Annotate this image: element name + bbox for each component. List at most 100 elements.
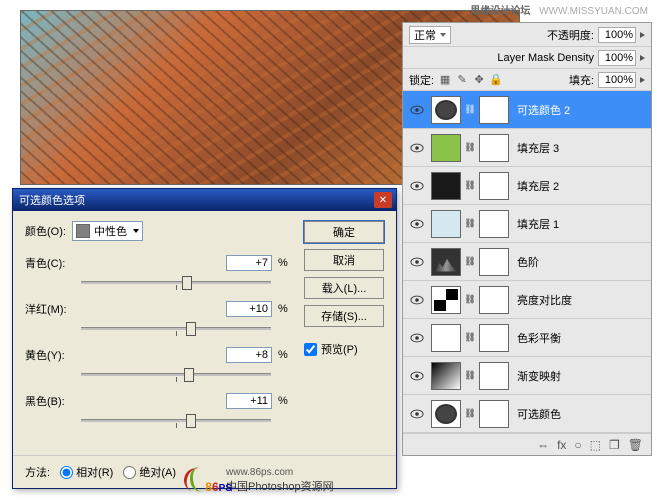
lock-label: 锁定: (409, 72, 434, 88)
adjustment-thumb (431, 248, 461, 276)
visibility-icon[interactable] (407, 252, 427, 272)
fill-input[interactable]: 100% (598, 72, 636, 88)
link-icon: ⛓ (465, 104, 475, 115)
layer-name: 渐变映射 (513, 368, 561, 384)
absolute-radio[interactable]: 绝对(A) (123, 464, 176, 480)
layer-name: 亮度对比度 (513, 292, 572, 308)
layer-item[interactable]: ⛓ 色彩平衡 (403, 319, 651, 357)
cancel-button[interactable]: 取消 (304, 249, 384, 271)
black-slider[interactable] (81, 413, 271, 431)
trash-icon[interactable]: 🗑 (628, 438, 643, 452)
layer-name: 可选颜色 2 (513, 102, 570, 118)
selective-color-dialog: 可选颜色选项 ✕ 颜色(O): 中性色 青色(C): % 洋红(M): (12, 188, 397, 489)
magenta-input[interactable] (226, 301, 272, 317)
dialog-titlebar[interactable]: 可选颜色选项 ✕ (13, 189, 396, 211)
visibility-icon[interactable] (407, 328, 427, 348)
relative-radio[interactable]: 相对(R) (60, 464, 113, 480)
layer-item[interactable]: ⛓ 可选颜色 2 (403, 91, 651, 129)
mask-thumb (479, 286, 509, 314)
neutral-swatch-icon (76, 224, 90, 238)
yellow-input[interactable] (226, 347, 272, 363)
mask-thumb (479, 324, 509, 352)
cyan-input[interactable] (226, 255, 272, 271)
fill-label: 填充: (569, 72, 594, 88)
black-label: 黑色(B): (25, 393, 81, 409)
layer-name: 填充层 3 (513, 140, 559, 156)
percent-label: % (278, 395, 294, 407)
layer-item[interactable]: ⛓ 渐变映射 (403, 357, 651, 395)
percent-label: % (278, 349, 294, 361)
layer-name: 填充层 2 (513, 178, 559, 194)
adjustment-icon[interactable]: ⬚ (590, 438, 601, 452)
adjustment-thumb (431, 286, 461, 314)
visibility-icon[interactable] (407, 138, 427, 158)
layer-name: 色彩平衡 (513, 330, 561, 346)
chevron-down-icon (440, 33, 446, 37)
opacity-label: 不透明度: (547, 27, 594, 43)
cyan-label: 青色(C): (25, 255, 81, 271)
brand-logo-icon: 86PS (180, 464, 220, 496)
visibility-icon[interactable] (407, 404, 427, 424)
black-input[interactable] (226, 393, 272, 409)
mask-thumb (479, 400, 509, 428)
layer-item[interactable]: ⛓ 填充层 2 (403, 167, 651, 205)
layer-item[interactable]: ⛓ 可选颜色 (403, 395, 651, 433)
opacity-input[interactable]: 100% (598, 27, 636, 43)
yellow-slider[interactable] (81, 367, 271, 385)
mask-density-label: Layer Mask Density (497, 52, 594, 64)
percent-label: % (278, 303, 294, 315)
adjustment-thumb (431, 134, 461, 162)
link-layers-icon[interactable]: ⇔ (537, 438, 549, 452)
close-icon[interactable]: ✕ (374, 192, 392, 208)
mask-thumb (479, 172, 509, 200)
mask-density-input[interactable]: 100% (598, 50, 636, 66)
color-value: 中性色 (94, 223, 127, 239)
percent-label: % (278, 257, 294, 269)
layers-panel: 正常 不透明度: 100% Layer Mask Density 100% 锁定… (402, 22, 652, 456)
layer-name: 可选颜色 (513, 406, 561, 422)
preview-checkbox[interactable] (304, 343, 317, 356)
ok-button[interactable]: 确定 (304, 221, 384, 243)
visibility-icon[interactable] (407, 290, 427, 310)
adjustment-thumb (431, 400, 461, 428)
lock-transparency-icon[interactable]: ▦ (438, 73, 452, 87)
preview-label: 预览(P) (321, 341, 358, 357)
layers-footer: ⇔ fx ○ ⬚ ❐ 🗑 (403, 433, 651, 455)
load-button[interactable]: 载入(L)... (304, 277, 384, 299)
visibility-icon[interactable] (407, 214, 427, 234)
layer-item[interactable]: ⛓ 填充层 1 (403, 205, 651, 243)
lock-position-icon[interactable]: ✥ (472, 73, 486, 87)
play-icon[interactable] (640, 77, 645, 83)
magenta-label: 洋红(M): (25, 301, 81, 317)
chevron-down-icon (133, 229, 139, 233)
visibility-icon[interactable] (407, 366, 427, 386)
mask-thumb (479, 362, 509, 390)
brand-url: www.86ps.com (226, 467, 334, 478)
new-layer-icon[interactable]: ❐ (609, 438, 620, 452)
magenta-slider[interactable] (81, 321, 271, 339)
method-label: 方法: (25, 464, 50, 480)
lock-paint-icon[interactable]: ✎ (455, 73, 469, 87)
cyan-slider[interactable] (81, 275, 271, 293)
blend-mode-dropdown[interactable]: 正常 (409, 26, 451, 44)
play-icon[interactable] (640, 55, 645, 61)
layer-name: 色阶 (513, 254, 539, 270)
mask-thumb (479, 96, 509, 124)
brand-tagline: 中国Photoshop资源网 (226, 478, 334, 494)
save-button[interactable]: 存储(S)... (304, 305, 384, 327)
layer-name: 填充层 1 (513, 216, 559, 232)
color-dropdown[interactable]: 中性色 (72, 221, 143, 241)
watermark-text: 思缘设计论坛 (470, 6, 530, 17)
lock-all-icon[interactable]: 🔒 (489, 73, 503, 87)
layer-item[interactable]: ⛓ 亮度对比度 (403, 281, 651, 319)
dialog-title: 可选颜色选项 (17, 192, 374, 208)
play-icon[interactable] (640, 32, 645, 38)
layer-item[interactable]: ⛓ 色阶 (403, 243, 651, 281)
visibility-icon[interactable] (407, 100, 427, 120)
adjustment-thumb (431, 324, 461, 352)
adjustment-thumb (431, 362, 461, 390)
mask-icon[interactable]: ○ (574, 438, 581, 452)
visibility-icon[interactable] (407, 176, 427, 196)
fx-icon[interactable]: fx (557, 438, 566, 452)
layer-item[interactable]: ⛓ 填充层 3 (403, 129, 651, 167)
